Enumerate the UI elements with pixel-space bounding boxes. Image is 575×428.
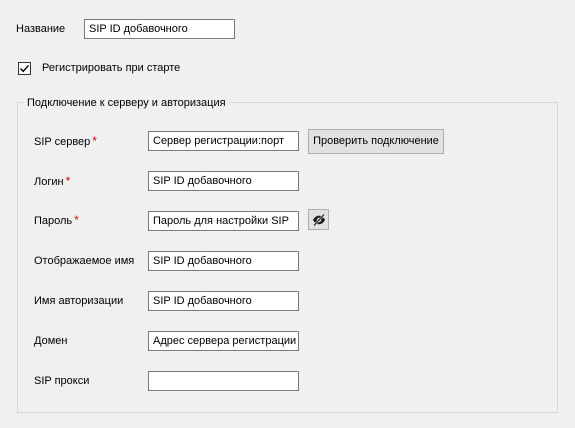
sip-proxy-input[interactable] [148,371,299,391]
display-name-label: Отображаемое имя [34,255,135,267]
test-connection-button[interactable]: Проверить подключение [308,129,444,154]
required-marker: * [92,134,97,148]
toggle-password-visibility-button[interactable] [308,209,329,230]
auth-name-label: Имя авторизации [34,295,124,307]
auth-name-input[interactable]: SIP ID добавочного [148,291,299,311]
connection-group-title: Подключение к серверу и авторизация [24,96,229,110]
display-name-input[interactable]: SIP ID добавочного [148,251,299,271]
password-label: Пароль * [34,213,79,227]
required-marker: * [65,174,71,188]
password-input[interactable]: Пароль для настройки SIP [148,211,299,231]
checkmark-icon [20,64,30,73]
login-input[interactable]: SIP ID добавочного [148,171,299,191]
sip-server-label: SIP сервер * [34,134,97,148]
sip-proxy-label: SIP прокси [34,375,90,387]
login-label: Логин * [34,174,71,188]
register-on-start-label: Регистрировать при старте [42,62,181,74]
required-marker: * [74,213,79,227]
name-input[interactable]: SIP ID добавочного [84,19,235,39]
domain-label: Домен [34,335,68,347]
name-label: Название [16,23,66,35]
sip-server-input[interactable]: Сервер регистрации:порт [148,131,299,151]
domain-input[interactable]: Адрес сервера регистрации [148,331,299,351]
eye-slash-icon [313,213,325,227]
register-on-start-checkbox[interactable] [18,62,31,75]
